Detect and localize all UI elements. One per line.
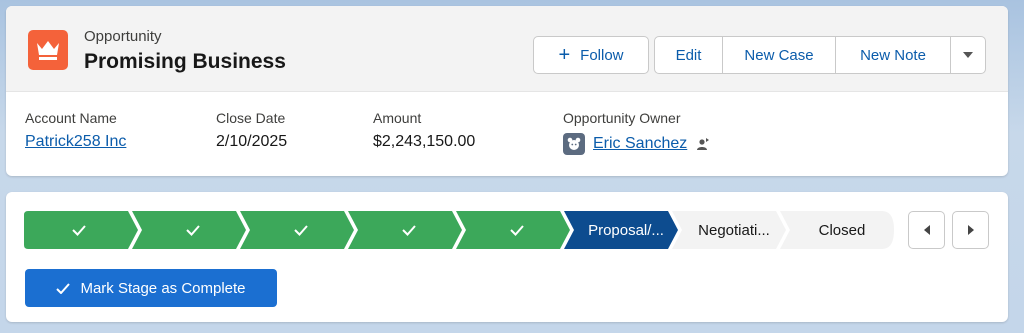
record-title: Promising Business <box>84 50 286 73</box>
path-stage-2[interactable] <box>132 211 246 249</box>
amount-label: Amount <box>373 110 422 126</box>
highlights-panel: Opportunity Promising Business + Follow … <box>6 6 1008 92</box>
mark-stage-complete-label: Mark Stage as Complete <box>80 279 246 297</box>
mark-stage-complete-button[interactable]: Mark Stage as Complete <box>25 269 277 307</box>
owner-link[interactable]: Eric Sanchez <box>593 135 687 153</box>
new-note-button[interactable]: New Note <box>835 36 951 74</box>
highlight-fields: Account Name Patrick258 Inc Close Date 2… <box>6 92 1008 176</box>
sales-path: Proposal/... Negotiati... Closed Mark Stag… <box>6 192 1008 322</box>
path-stage-7[interactable] <box>672 211 786 249</box>
account-name-field: Account Name Patrick258 Inc <box>25 110 126 151</box>
object-type-label: Opportunity <box>84 28 162 45</box>
amount-field: Amount $2,243,150.00 <box>373 110 475 151</box>
path-stage-3[interactable] <box>240 211 354 249</box>
amount-value: $2,243,150.00 <box>373 133 476 150</box>
path-stage-6[interactable] <box>564 211 678 249</box>
new-case-button[interactable]: New Case <box>722 36 836 74</box>
path-next-button[interactable] <box>952 211 989 249</box>
record-page: Opportunity Promising Business + Follow … <box>0 0 1024 333</box>
edit-button[interactable]: Edit <box>654 36 723 74</box>
more-actions-button[interactable] <box>950 36 986 74</box>
follow-label: Follow <box>580 46 624 64</box>
close-date-label: Close Date <box>216 110 286 126</box>
account-name-link[interactable]: Patrick258 Inc <box>25 133 126 151</box>
path-stage-4[interactable] <box>348 211 462 249</box>
record-header: Opportunity Promising Business + Follow … <box>6 6 1008 176</box>
close-date-value: 2/10/2025 <box>216 133 288 150</box>
follow-button[interactable]: + Follow <box>533 36 649 74</box>
avatar <box>563 133 585 155</box>
path-previous-button[interactable] <box>908 211 945 249</box>
change-owner-icon[interactable] <box>695 136 711 152</box>
owner-field: Opportunity Owner Eric Sanchez <box>563 110 711 155</box>
path-stage-5[interactable] <box>456 211 570 249</box>
close-date-field: Close Date 2/10/2025 <box>216 110 287 151</box>
owner-label: Opportunity Owner <box>563 110 681 126</box>
path-stages <box>24 211 894 249</box>
chevron-right-icon <box>967 225 974 235</box>
chevron-down-icon <box>963 52 973 58</box>
path-stage-8[interactable] <box>780 211 894 249</box>
account-name-label: Account Name <box>25 110 117 126</box>
crown-icon <box>28 30 68 70</box>
plus-icon: + <box>558 44 571 66</box>
chevron-left-icon <box>923 225 930 235</box>
check-icon <box>56 282 71 294</box>
